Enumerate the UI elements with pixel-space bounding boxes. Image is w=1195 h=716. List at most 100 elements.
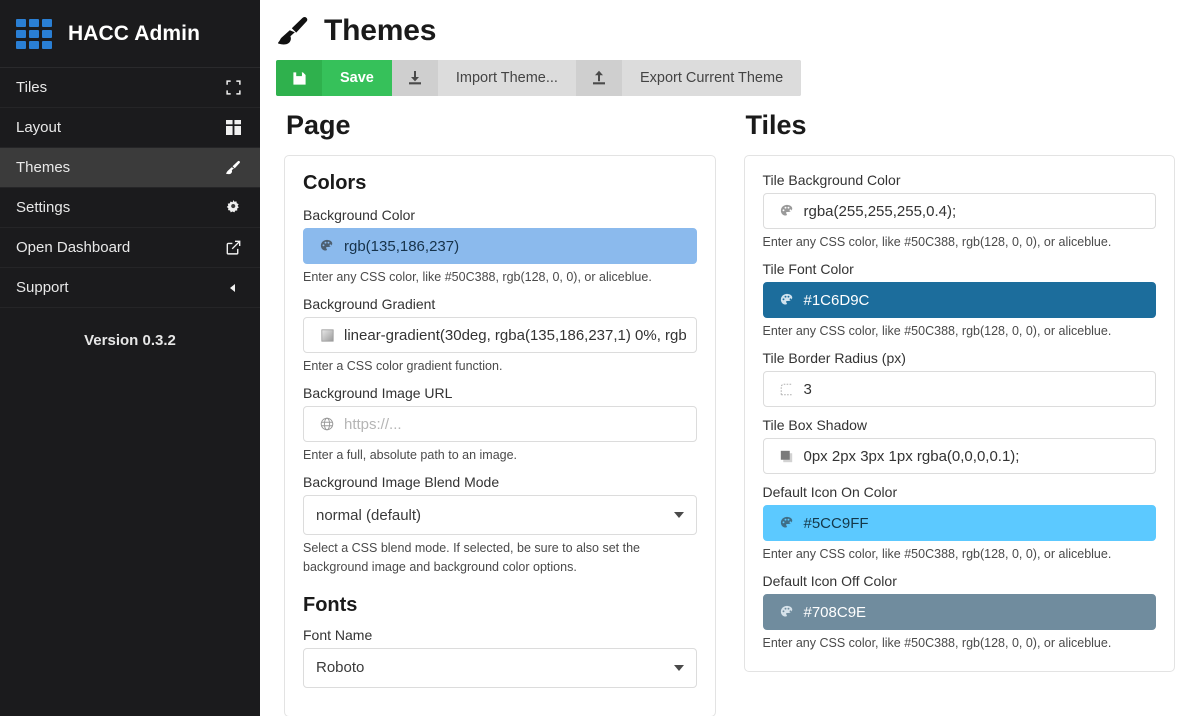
paintbrush-icon bbox=[276, 14, 310, 48]
export-theme-button[interactable]: Export Current Theme bbox=[576, 60, 801, 96]
default-icon-on-color-input[interactable]: #5CC9FF bbox=[763, 505, 1157, 541]
field-help: Enter any CSS color, like #50C388, rgb(1… bbox=[763, 233, 1157, 251]
sidebar-item-themes[interactable]: Themes bbox=[0, 148, 260, 188]
field-help: Select a CSS blend mode. If selected, be… bbox=[303, 539, 697, 575]
sidebar: HACC Admin Tiles Layout Themes bbox=[0, 0, 260, 716]
default-icon-on-color-value: #5CC9FF bbox=[800, 515, 869, 532]
font-name-value: Roboto bbox=[316, 659, 364, 676]
field-background-blend-mode: Background Image Blend Mode normal (defa… bbox=[303, 474, 697, 575]
sidebar-item-tiles[interactable]: Tiles bbox=[0, 68, 260, 108]
field-label: Tile Box Shadow bbox=[763, 417, 1157, 433]
tile-font-color-input[interactable]: #1C6D9C bbox=[763, 282, 1157, 318]
border-radius-icon bbox=[774, 383, 800, 396]
field-default-icon-off-color: Default Icon Off Color #708C9E Enter any… bbox=[763, 573, 1157, 652]
field-tile-border-radius: Tile Border Radius (px) 3 bbox=[763, 350, 1157, 407]
upload-icon bbox=[576, 60, 622, 96]
gear-icon bbox=[224, 199, 242, 217]
page-column-title: Page bbox=[286, 110, 716, 141]
background-blend-mode-select[interactable]: normal (default) bbox=[303, 495, 697, 535]
globe-icon bbox=[314, 417, 340, 431]
page-column: Page Colors Background Color rgb(135 bbox=[284, 110, 716, 716]
palette-icon bbox=[314, 239, 340, 253]
field-label: Background Image Blend Mode bbox=[303, 474, 697, 490]
background-color-input[interactable]: rgb(135,186,237) bbox=[303, 228, 697, 264]
import-theme-label: Import Theme... bbox=[438, 60, 576, 96]
settings-columns: Page Colors Background Color rgb(135 bbox=[260, 96, 1195, 716]
paintbrush-icon bbox=[224, 159, 242, 177]
sidebar-item-label: Themes bbox=[16, 159, 70, 176]
field-help: Enter any CSS color, like #50C388, rgb(1… bbox=[763, 322, 1157, 340]
default-icon-off-color-value: #708C9E bbox=[800, 604, 867, 621]
field-label: Background Image URL bbox=[303, 385, 697, 401]
field-background-gradient: Background Gradient linear-grad bbox=[303, 296, 697, 375]
save-button[interactable]: Save bbox=[276, 60, 392, 96]
tiles-settings-card: Tile Background Color rgba(255,255,255,0… bbox=[744, 155, 1176, 672]
gradient-icon bbox=[314, 329, 340, 342]
field-tile-font-color: Tile Font Color #1C6D9C Enter any CSS co… bbox=[763, 261, 1157, 340]
field-tile-background-color: Tile Background Color rgba(255,255,255,0… bbox=[763, 172, 1157, 251]
field-label: Default Icon On Color bbox=[763, 484, 1157, 500]
background-gradient-value: linear-gradient(30deg, rgba(135,186,237,… bbox=[340, 327, 686, 344]
sidebar-item-layout[interactable]: Layout bbox=[0, 108, 260, 148]
field-help: Enter any CSS color, like #50C388, rgb(1… bbox=[303, 268, 697, 286]
external-link-icon bbox=[224, 239, 242, 257]
tile-border-radius-input[interactable]: 3 bbox=[763, 371, 1157, 407]
sidebar-item-settings[interactable]: Settings bbox=[0, 188, 260, 228]
import-theme-button[interactable]: Import Theme... bbox=[392, 60, 576, 96]
palette-icon bbox=[774, 204, 800, 218]
tile-box-shadow-value: 0px 2px 3px 1px rgba(0,0,0,0.1); bbox=[800, 448, 1020, 465]
colors-heading: Colors bbox=[303, 172, 697, 195]
sidebar-item-label: Layout bbox=[16, 119, 61, 136]
page-settings-card: Colors Background Color rgb(135,186,237) bbox=[284, 155, 716, 716]
chevron-down-icon bbox=[674, 665, 684, 671]
palette-icon bbox=[774, 605, 800, 619]
export-theme-label: Export Current Theme bbox=[622, 60, 801, 96]
app-root: HACC Admin Tiles Layout Themes bbox=[0, 0, 1195, 716]
grid-layout-icon bbox=[224, 119, 242, 137]
background-gradient-input[interactable]: linear-gradient(30deg, rgba(135,186,237,… bbox=[303, 317, 697, 353]
blend-mode-value: normal (default) bbox=[316, 507, 421, 524]
expand-icon bbox=[224, 79, 242, 97]
tiles-column-title: Tiles bbox=[746, 110, 1176, 141]
floppy-disk-icon bbox=[276, 60, 322, 96]
field-label: Default Icon Off Color bbox=[763, 573, 1157, 589]
sidebar-item-support[interactable]: Support bbox=[0, 268, 260, 308]
field-label: Font Name bbox=[303, 627, 697, 643]
font-name-select[interactable]: Roboto bbox=[303, 648, 697, 688]
sidebar-item-label: Settings bbox=[16, 199, 70, 216]
tile-font-color-value: #1C6D9C bbox=[800, 292, 870, 309]
tile-box-shadow-input[interactable]: 0px 2px 3px 1px rgba(0,0,0,0.1); bbox=[763, 438, 1157, 474]
grid-logo-icon bbox=[16, 19, 54, 49]
field-label: Background Gradient bbox=[303, 296, 697, 312]
field-label: Tile Border Radius (px) bbox=[763, 350, 1157, 366]
tile-border-radius-value: 3 bbox=[800, 381, 812, 398]
tiles-column: Tiles Tile Background Color rgba(255,255… bbox=[744, 110, 1176, 716]
field-help: Enter a full, absolute path to an image. bbox=[303, 446, 697, 464]
field-help: Enter a CSS color gradient function. bbox=[303, 357, 697, 375]
sidebar-item-label: Tiles bbox=[16, 79, 47, 96]
brand-name: HACC Admin bbox=[68, 22, 200, 46]
page-header: Themes bbox=[260, 0, 1195, 48]
save-button-label: Save bbox=[322, 60, 392, 96]
box-shadow-icon bbox=[774, 450, 800, 463]
theme-toolbar: Save Import Theme... Exp bbox=[276, 60, 801, 96]
sidebar-item-label: Support bbox=[16, 279, 69, 296]
background-image-url-input[interactable]: https://... bbox=[303, 406, 697, 442]
field-default-icon-on-color: Default Icon On Color #5CC9FF Enter any … bbox=[763, 484, 1157, 563]
fonts-heading: Fonts bbox=[303, 594, 697, 617]
sidebar-item-open-dashboard[interactable]: Open Dashboard bbox=[0, 228, 260, 268]
default-icon-off-color-input[interactable]: #708C9E bbox=[763, 594, 1157, 630]
brand-header: HACC Admin bbox=[0, 0, 260, 68]
main-content: Themes Save Import T bbox=[260, 0, 1195, 716]
field-font-name: Font Name Roboto bbox=[303, 627, 697, 688]
tile-background-color-input[interactable]: rgba(255,255,255,0.4); bbox=[763, 193, 1157, 229]
field-help: Enter any CSS color, like #50C388, rgb(1… bbox=[763, 545, 1157, 563]
chevron-down-icon bbox=[674, 512, 684, 518]
caret-left-icon bbox=[224, 279, 242, 297]
field-label: Tile Background Color bbox=[763, 172, 1157, 188]
field-tile-box-shadow: Tile Box Shadow 0px 2px 3px 1px rgba(0,0… bbox=[763, 417, 1157, 474]
sidebar-item-label: Open Dashboard bbox=[16, 239, 130, 256]
version-label: Version 0.3.2 bbox=[0, 332, 260, 349]
field-help: Enter any CSS color, like #50C388, rgb(1… bbox=[763, 634, 1157, 652]
background-image-url-value: https://... bbox=[340, 416, 402, 433]
